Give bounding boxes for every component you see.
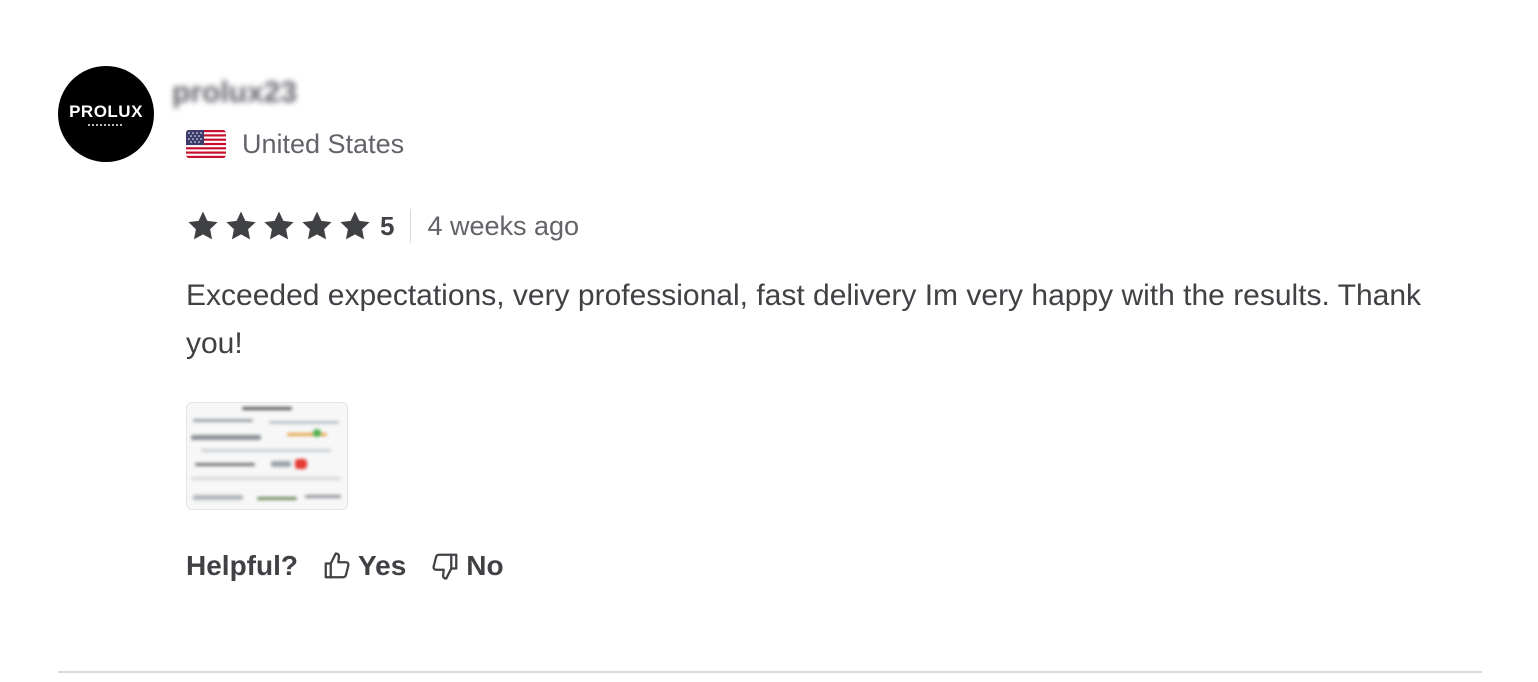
avatar[interactable]: PROLUX <box>58 66 154 162</box>
star-icon <box>226 211 256 240</box>
star-icon <box>340 211 370 240</box>
review-attachment-thumbnail[interactable] <box>186 402 348 510</box>
thumbs-down-icon <box>432 553 458 580</box>
rating-separator <box>410 209 412 243</box>
helpful-row: Helpful? Yes No <box>186 548 504 584</box>
avatar-logo-tagline <box>88 123 124 126</box>
review-text: Exceeded expectations, very professional… <box>186 279 1422 360</box>
thumbs-up-icon <box>324 552 350 579</box>
rating-row: 5 4 weeks ago <box>186 208 579 244</box>
country-name: United States <box>242 129 405 159</box>
rating-score: 5 <box>380 211 395 241</box>
thumbnail-image <box>187 403 347 509</box>
reviewer-username[interactable]: prolux23 <box>172 76 297 110</box>
review-time: 4 weeks ago <box>427 211 580 241</box>
helpful-label: Helpful? <box>186 550 298 581</box>
avatar-logo: PROLUX <box>69 101 143 121</box>
helpful-no-label: No <box>466 550 504 581</box>
helpful-yes-label: Yes <box>358 550 407 581</box>
helpful-yes-button[interactable]: Yes <box>322 550 406 582</box>
reviewer-country: United States <box>186 128 404 160</box>
star-icon <box>302 211 332 240</box>
us-flag-icon <box>186 130 226 158</box>
helpful-no-button[interactable]: No <box>430 550 504 582</box>
star-icon <box>188 211 218 240</box>
star-rating <box>186 209 372 243</box>
section-divider <box>58 671 1482 673</box>
star-icon <box>264 211 294 240</box>
